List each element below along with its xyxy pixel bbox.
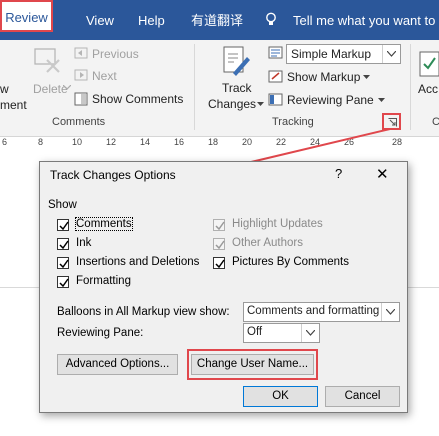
cancel-button[interactable]: Cancel	[325, 386, 400, 407]
insertions-deletions-checkbox-label: Insertions and Deletions	[76, 256, 200, 268]
reviewing-pane-select-value: Off	[247, 326, 263, 338]
show-section-heading: Show	[48, 199, 77, 211]
track-changes-options-dialog: Track Changes Options ? ✕ Show Comments …	[39, 161, 408, 413]
change-user-name-button[interactable]: Change User Name...	[191, 354, 314, 375]
pictures-by-comments-checkbox-label: Pictures By Comments	[232, 256, 349, 268]
checkbox-box	[57, 219, 69, 231]
dialog-title: Track Changes Options	[50, 168, 176, 182]
advanced-options-button[interactable]: Advanced Options...	[57, 354, 178, 375]
balloons-select[interactable]: Comments and formatting	[243, 302, 400, 322]
reviewing-pane-label: Reviewing Pane:	[57, 327, 144, 339]
checkbox-box	[213, 219, 225, 231]
balloons-label: Balloons in All Markup view show:	[57, 306, 230, 318]
checkbox-box	[213, 257, 225, 269]
comments-checkbox-label: Comments	[75, 217, 133, 231]
checkbox-box	[213, 238, 225, 250]
highlight-updates-checkbox-label: Highlight Updates	[232, 218, 323, 230]
ink-checkbox-label: Ink	[76, 237, 92, 249]
close-button[interactable]: ✕	[376, 165, 389, 183]
reviewing-pane-select[interactable]: Off	[243, 323, 320, 343]
help-button[interactable]: ?	[335, 166, 342, 181]
chevron-down-icon	[301, 324, 319, 342]
other-authors-checkbox-label: Other Authors	[232, 237, 303, 249]
checkbox-box	[57, 276, 69, 288]
formatting-checkbox-label: Formatting	[76, 275, 131, 287]
balloons-select-value: Comments and formatting	[247, 305, 380, 317]
checkbox-box	[57, 238, 69, 250]
checkbox-box	[57, 257, 69, 269]
ok-button[interactable]: OK	[243, 386, 318, 407]
chevron-down-icon	[381, 303, 399, 321]
